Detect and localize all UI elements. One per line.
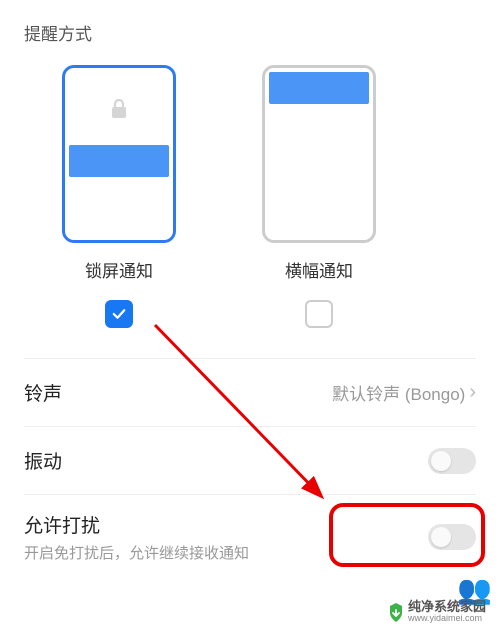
watermark-cn: 纯净系统家园 — [408, 600, 486, 614]
watermark-logo-icon — [388, 603, 402, 621]
allow-disturb-row: 允许打扰 开启免打扰后，允许继续接收通知 — [24, 495, 476, 583]
section-title: 提醒方式 — [24, 20, 476, 45]
vibrate-row: 振动 — [24, 427, 476, 495]
lock-screen-checkbox[interactable] — [105, 300, 133, 328]
check-icon — [110, 305, 128, 323]
lock-screen-label: 锁屏通知 — [85, 257, 153, 282]
watermark-en: www.yidaimei.com — [408, 614, 486, 624]
banner-preview — [262, 65, 376, 243]
watermark: 纯净系统家园 www.yidaimei.com — [388, 600, 486, 624]
ringtone-row[interactable]: 铃声 默认铃声 (Bongo) › — [24, 359, 476, 427]
banner-label: 横幅通知 — [285, 257, 353, 282]
lock-screen-option[interactable]: 锁屏通知 — [49, 65, 189, 328]
allow-disturb-sublabel: 开启免打扰后，允许继续接收通知 — [24, 542, 249, 563]
banner-option[interactable]: 横幅通知 — [249, 65, 389, 328]
chevron-right-icon: › — [469, 381, 476, 404]
notification-styles: 锁屏通知 横幅通知 — [24, 65, 476, 328]
banner-bar — [269, 72, 369, 104]
banner-checkbox[interactable] — [305, 300, 333, 328]
ringtone-label: 铃声 — [24, 379, 62, 406]
ringtone-value: 默认铃声 (Bongo) › — [332, 380, 476, 405]
allow-disturb-toggle[interactable] — [428, 524, 476, 550]
vibrate-label: 振动 — [24, 447, 62, 474]
vibrate-toggle[interactable] — [428, 448, 476, 474]
allow-disturb-label: 允许打扰 — [24, 511, 249, 538]
lock-screen-preview — [62, 65, 176, 243]
lock-icon — [109, 98, 129, 125]
notification-bar — [69, 145, 169, 177]
